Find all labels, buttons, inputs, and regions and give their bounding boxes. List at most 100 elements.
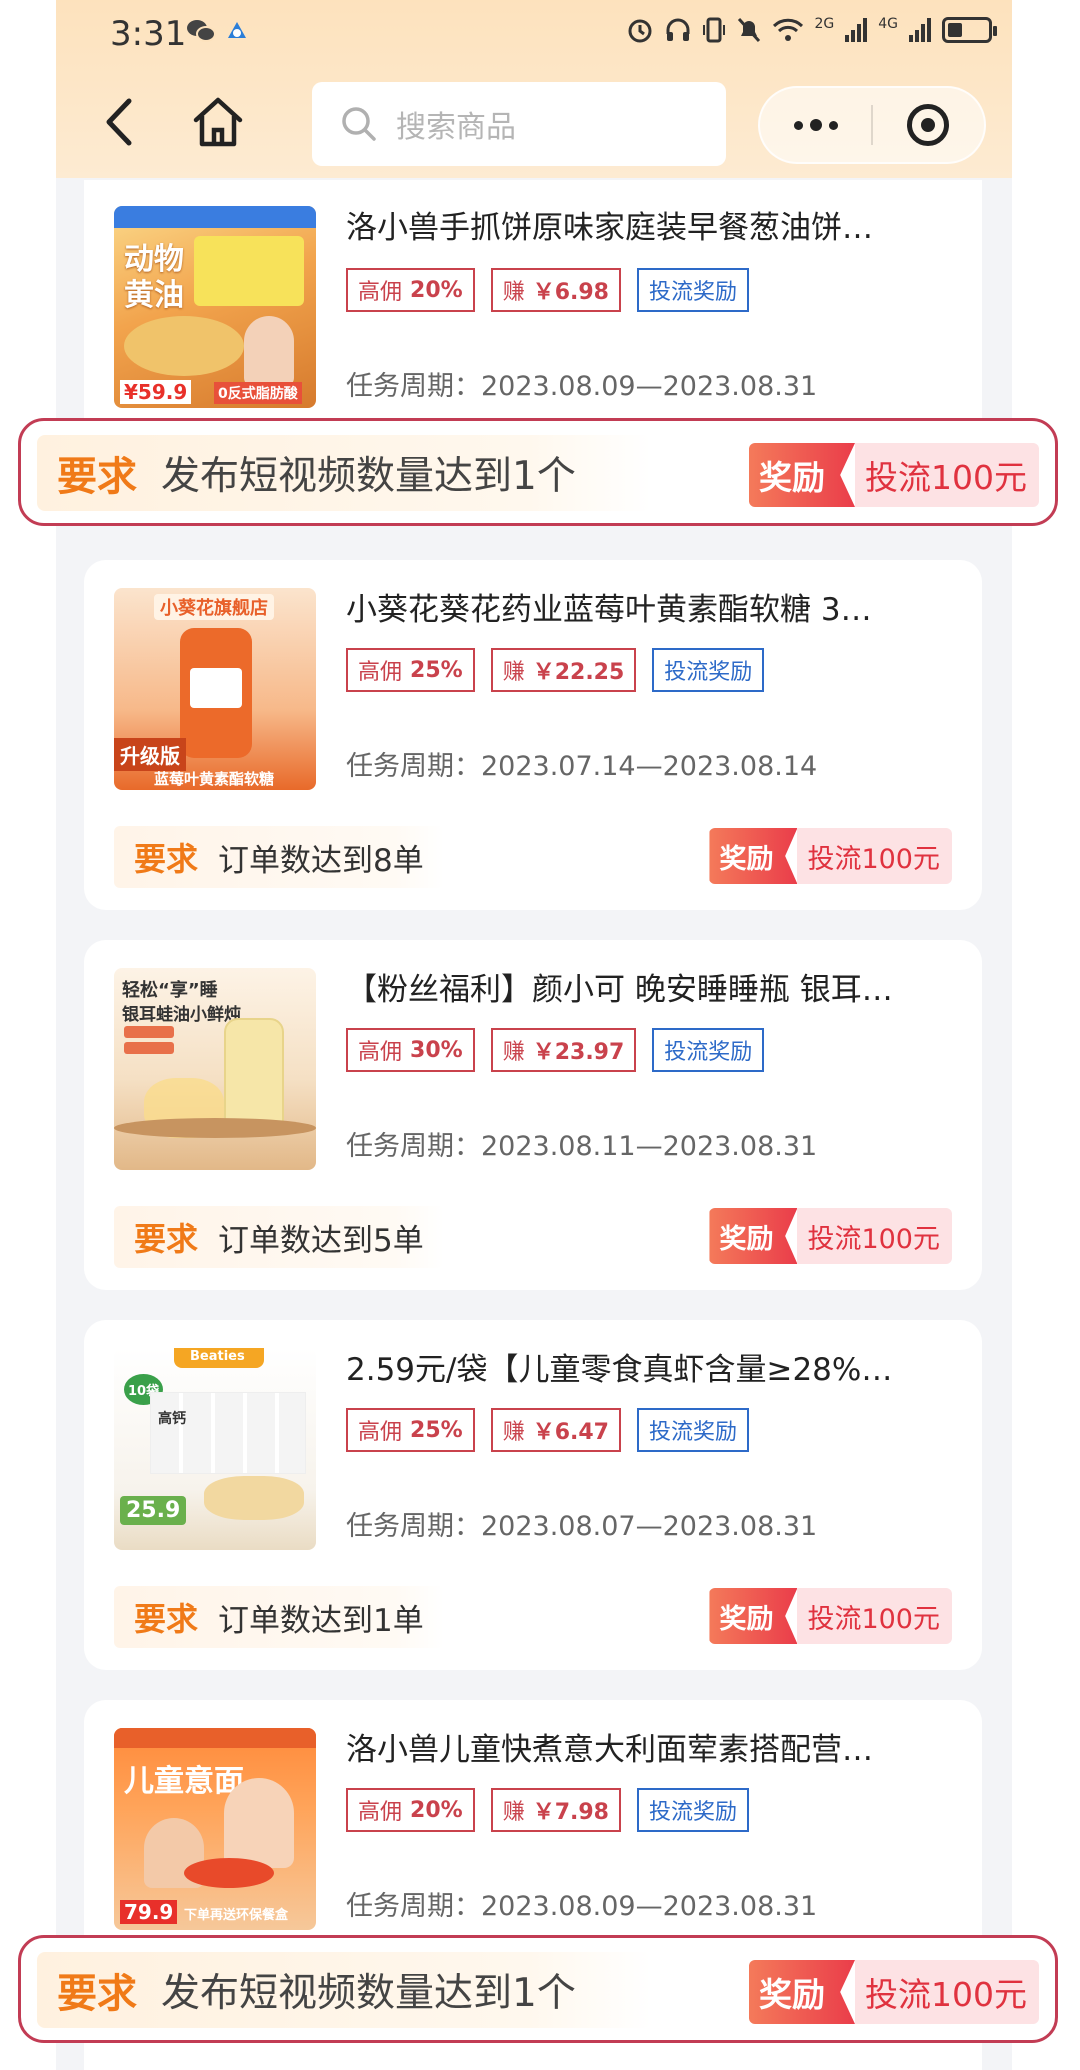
requirement-text: 订单数达到5单 <box>218 1222 424 1259</box>
product-image[interactable]: Beaties 10袋 高钙 25.9 <box>114 1348 316 1550</box>
child-graphic <box>244 316 294 386</box>
vibrate-icon <box>703 17 726 43</box>
product-title[interactable]: 【粉丝福利】颜小可 晚安睡睡瓶 银耳… <box>346 968 956 1012</box>
requirement-row: 要求 订单数达到8单 <box>114 826 444 888</box>
task-period: 任务周期：2023.08.09—2023.08.31 <box>346 1891 818 1922</box>
flow-reward-label: 投流奖励 <box>648 280 737 305</box>
flow-reward-label: 投流奖励 <box>648 1800 737 1825</box>
thumb-text: Beaties <box>190 1349 245 1364</box>
thumb-text: 轻松“享”睡 <box>122 980 218 1001</box>
thumb-text: 0反式脂肪酸 <box>214 382 302 404</box>
requirement-text: 发布短视频数量达到1个 <box>161 454 576 499</box>
screen: 3:31 2G 4G 搜索商品 动物 黄油 ¥59.9 0反式脂肪酸 洛小兽手抓… <box>0 0 1080 2070</box>
flow-reward-tag: 投流奖励 <box>636 1408 749 1452</box>
commission-value: 20% <box>410 277 463 303</box>
highlighted-requirement: 要求 发布短视频数量达到1个 奖励 投流100元 <box>18 1935 1058 2043</box>
commission-tag: 高佣 25% <box>346 1408 475 1452</box>
close-miniprogram-button[interactable] <box>873 88 984 162</box>
commission-tag: 高佣 25% <box>346 648 475 692</box>
product-tags: 高佣 30% 赚 ￥23.97 投流奖励 <box>346 1028 765 1072</box>
highlighted-requirement: 要求 发布短视频数量达到1个 奖励 投流100元 <box>18 418 1058 526</box>
commission-value: 25% <box>410 1417 463 1443</box>
reward-value: 投流100元 <box>797 828 952 884</box>
reward-label: 奖励 <box>709 1588 798 1644</box>
thumb-text: 蓝莓叶黄素酯软糖 <box>154 770 275 788</box>
requirement-row: 要求 发布短视频数量达到1个 <box>37 435 651 511</box>
reward-value: 投流100元 <box>797 1588 952 1644</box>
reward-badge: 奖励 投流100元 <box>749 1960 1039 2024</box>
requirement-label: 要求 <box>57 454 137 500</box>
task-period: 任务周期：2023.07.14—2023.08.14 <box>346 751 818 782</box>
flow-reward-label: 投流奖励 <box>664 660 753 685</box>
more-button[interactable] <box>760 88 871 162</box>
more-dot-icon <box>828 120 838 130</box>
product-card[interactable]: Beaties 10袋 高钙 25.9 2.59元/袋【儿童零食真虾含量≥28%… <box>84 1320 982 1670</box>
task-period: 任务周期：2023.08.07—2023.08.31 <box>346 1511 818 1542</box>
product-title[interactable]: 洛小兽手抓饼原味家庭装早餐葱油饼… <box>346 206 956 250</box>
commission-label: 高佣 <box>358 1800 403 1825</box>
notification-icons <box>186 18 250 51</box>
back-button[interactable] <box>90 90 146 154</box>
earn-tag: 赚 ￥23.97 <box>490 1028 637 1072</box>
alarm-icon <box>628 19 652 43</box>
brand-strip <box>114 1728 316 1748</box>
bottle-label-graphic <box>190 668 242 708</box>
requirement-row: 要求 订单数达到5单 <box>114 1206 444 1268</box>
thumb-text: 黄油 <box>124 278 184 313</box>
requirement-text: 发布短视频数量达到1个 <box>161 1971 576 2016</box>
earn-value: ￥22.25 <box>532 660 625 685</box>
pancake-graphic <box>124 316 244 376</box>
flow-reward-label: 投流奖励 <box>648 1420 737 1445</box>
mini-program-page: 3:31 2G 4G 搜索商品 动物 黄油 ¥59.9 0反式脂肪酸 洛小兽手抓… <box>56 0 1012 2070</box>
requirement-label: 要求 <box>57 1971 137 2017</box>
mute-bell-icon <box>738 17 761 43</box>
requirement-label: 要求 <box>134 840 199 878</box>
commission-label: 高佣 <box>358 1040 403 1065</box>
search-placeholder: 搜索商品 <box>396 110 516 145</box>
more-dot-icon <box>793 120 803 130</box>
product-image[interactable]: 动物 黄油 ¥59.9 0反式脂肪酸 <box>114 206 316 408</box>
earn-label: 赚 <box>502 1040 525 1065</box>
earn-tag: 赚 ￥7.98 <box>490 1788 621 1832</box>
top-bar: 3:31 2G 4G 搜索商品 <box>56 0 1012 178</box>
flow-reward-tag: 投流奖励 <box>636 268 749 312</box>
flow-reward-tag: 投流奖励 <box>652 648 765 692</box>
status-time: 3:31 <box>110 14 187 54</box>
task-period: 任务周期：2023.08.09—2023.08.31 <box>346 371 818 402</box>
brand-strip <box>114 206 316 228</box>
product-tags: 高佣 25% 赚 ￥22.25 投流奖励 <box>346 648 765 692</box>
earn-label: 赚 <box>502 660 525 685</box>
product-card[interactable]: 小葵花旗舰店 升级版 蓝莓叶黄素酯软糖 小葵花葵花药业蓝莓叶黄素酯软糖 3… 高… <box>84 560 982 910</box>
home-button[interactable] <box>186 90 250 154</box>
reward-badge: 奖励 投流100元 <box>709 1208 952 1264</box>
commission-tag: 高佣 30% <box>346 1028 475 1072</box>
network-label-2: 4G <box>878 16 898 32</box>
product-card[interactable]: 轻松“享”睡 银耳蛙油小鲜炖 【粉丝福利】颜小可 晚安睡睡瓶 银耳… 高佣 30%… <box>84 940 982 1290</box>
requirement-text: 订单数达到8单 <box>218 842 424 879</box>
product-title[interactable]: 2.59元/袋【儿童零食真虾含量≥28%… <box>346 1348 956 1392</box>
reward-label: 奖励 <box>709 1208 798 1264</box>
flow-reward-tag: 投流奖励 <box>652 1028 765 1072</box>
home-icon <box>193 97 243 147</box>
search-input[interactable]: 搜索商品 <box>312 82 726 166</box>
earn-tag: 赚 ￥22.25 <box>490 648 637 692</box>
reward-badge: 奖励 投流100元 <box>709 1588 952 1644</box>
product-title[interactable]: 小葵花葵花药业蓝莓叶黄素酯软糖 3… <box>346 588 956 632</box>
product-card[interactable]: 动物 黄油 ¥59.9 0反式脂肪酸 洛小兽手抓饼原味家庭装早餐葱油饼… 高佣 2… <box>84 180 982 440</box>
product-image[interactable]: 儿童意面 79.9 下单再送环保餐盒 <box>114 1728 316 1930</box>
reward-badge: 奖励 投流100元 <box>709 828 952 884</box>
thumb-text: 下单再送环保餐盒 <box>184 1908 289 1923</box>
product-image[interactable]: 小葵花旗舰店 升级版 蓝莓叶黄素酯软糖 <box>114 588 316 790</box>
commission-label: 高佣 <box>358 660 403 685</box>
requirement-label: 要求 <box>134 1600 199 1638</box>
wifi-icon <box>773 18 804 41</box>
commission-tag: 高佣 20% <box>346 268 475 312</box>
capsule-menu <box>758 86 986 164</box>
product-image[interactable]: 轻松“享”睡 银耳蛙油小鲜炖 <box>114 968 316 1170</box>
thumb-badge <box>124 1026 174 1038</box>
product-title[interactable]: 洛小兽儿童快煮意大利面荤素搭配营… <box>346 1728 956 1772</box>
earn-label: 赚 <box>502 1800 525 1825</box>
status-bar: 3:31 2G 4G <box>56 0 1012 66</box>
thumb-price: ¥59.9 <box>120 380 192 404</box>
table-graphic <box>114 1118 316 1138</box>
